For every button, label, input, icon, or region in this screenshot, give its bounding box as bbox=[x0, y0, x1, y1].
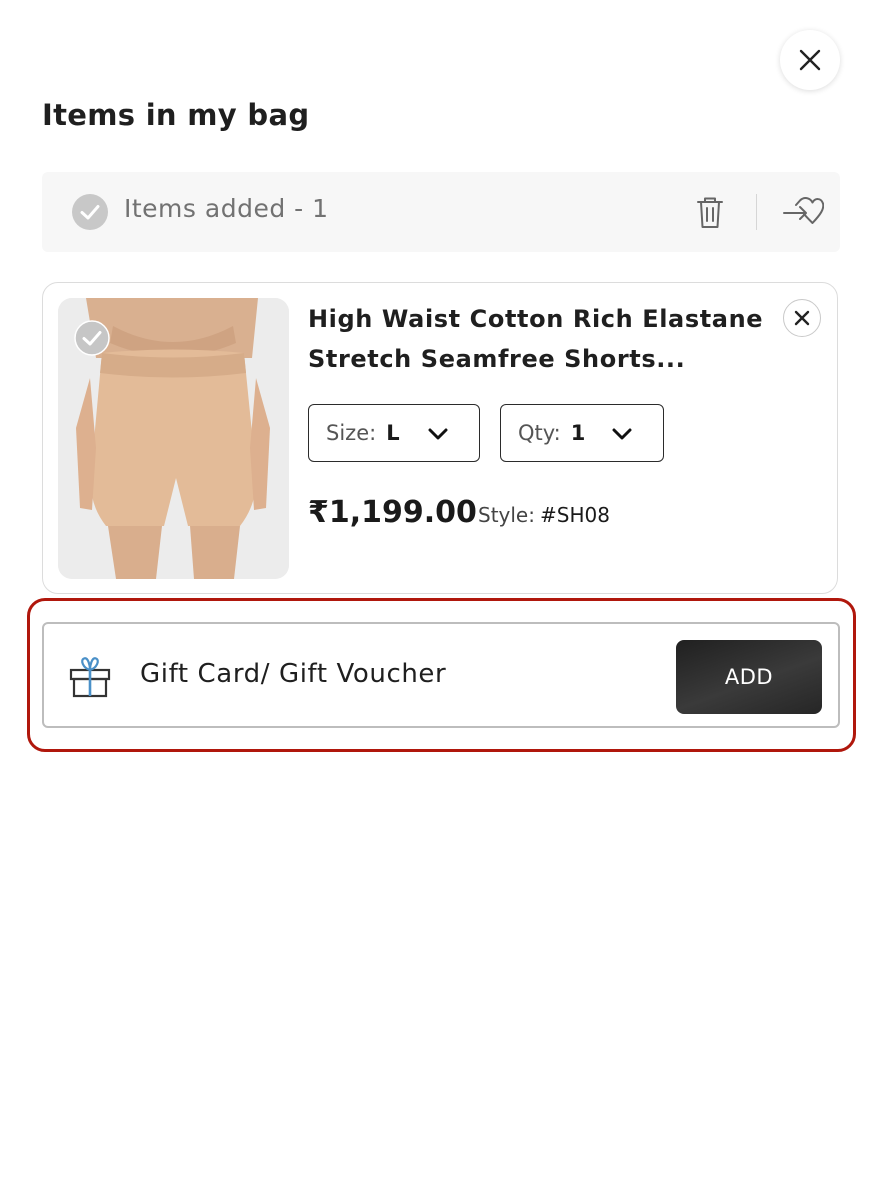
close-icon bbox=[799, 49, 821, 71]
page-title: Items in my bag bbox=[42, 98, 310, 132]
trash-icon[interactable] bbox=[692, 194, 728, 230]
add-gift-card-button[interactable]: ADD bbox=[676, 640, 822, 714]
bag-summary-bar: Items added - 1 bbox=[42, 172, 840, 252]
product-name[interactable]: High Waist Cotton Rich Elastane Stretch … bbox=[308, 299, 778, 379]
chevron-down-icon bbox=[428, 428, 448, 440]
gift-icon bbox=[69, 657, 111, 698]
close-panel-button[interactable] bbox=[780, 30, 840, 90]
gift-card-label: Gift Card/ Gift Voucher bbox=[140, 659, 447, 689]
item-price: ₹1,199.00 bbox=[308, 495, 477, 530]
product-image[interactable] bbox=[58, 298, 289, 579]
bag-item-card: High Waist Cotton Rich Elastane Stretch … bbox=[42, 282, 838, 594]
check-circle-icon[interactable] bbox=[72, 194, 108, 230]
quantity-select[interactable]: Qty: 1 bbox=[500, 404, 664, 462]
bar-divider bbox=[756, 194, 757, 230]
size-value: L bbox=[386, 421, 400, 445]
move-to-wishlist-icon[interactable] bbox=[782, 194, 824, 230]
qty-label: Qty: bbox=[518, 421, 561, 445]
items-added-label: Items added - 1 bbox=[124, 194, 329, 223]
qty-value: 1 bbox=[570, 421, 586, 445]
close-icon bbox=[794, 310, 810, 326]
chevron-down-icon bbox=[612, 428, 632, 440]
gift-card-row: Gift Card/ Gift Voucher ADD bbox=[42, 622, 840, 728]
size-select[interactable]: Size: L bbox=[308, 404, 480, 462]
remove-item-button[interactable] bbox=[783, 299, 821, 337]
size-label: Size: bbox=[326, 421, 377, 445]
item-select-check-icon[interactable] bbox=[74, 320, 110, 356]
style-value: #SH08 bbox=[540, 503, 610, 527]
style-label: Style: bbox=[478, 503, 535, 527]
